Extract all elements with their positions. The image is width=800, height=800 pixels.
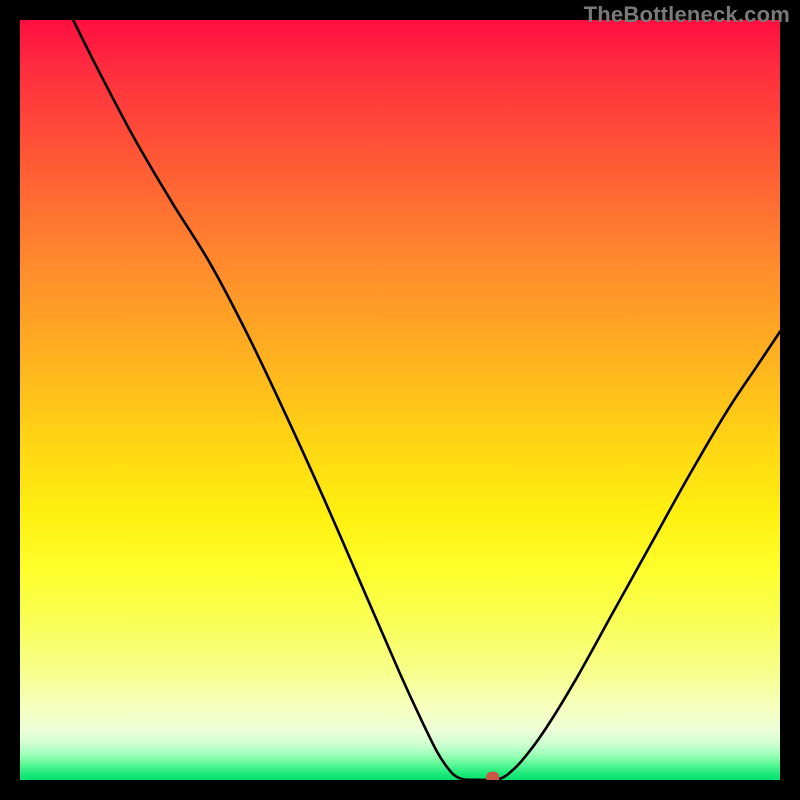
chart-svg: [20, 20, 780, 780]
watermark-text: TheBottleneck.com: [584, 2, 790, 28]
curve-left-branch: [73, 20, 464, 780]
curve-right-branch: [497, 332, 780, 780]
highlight-marker: [486, 772, 499, 780]
chart-plot-area: [20, 20, 780, 780]
